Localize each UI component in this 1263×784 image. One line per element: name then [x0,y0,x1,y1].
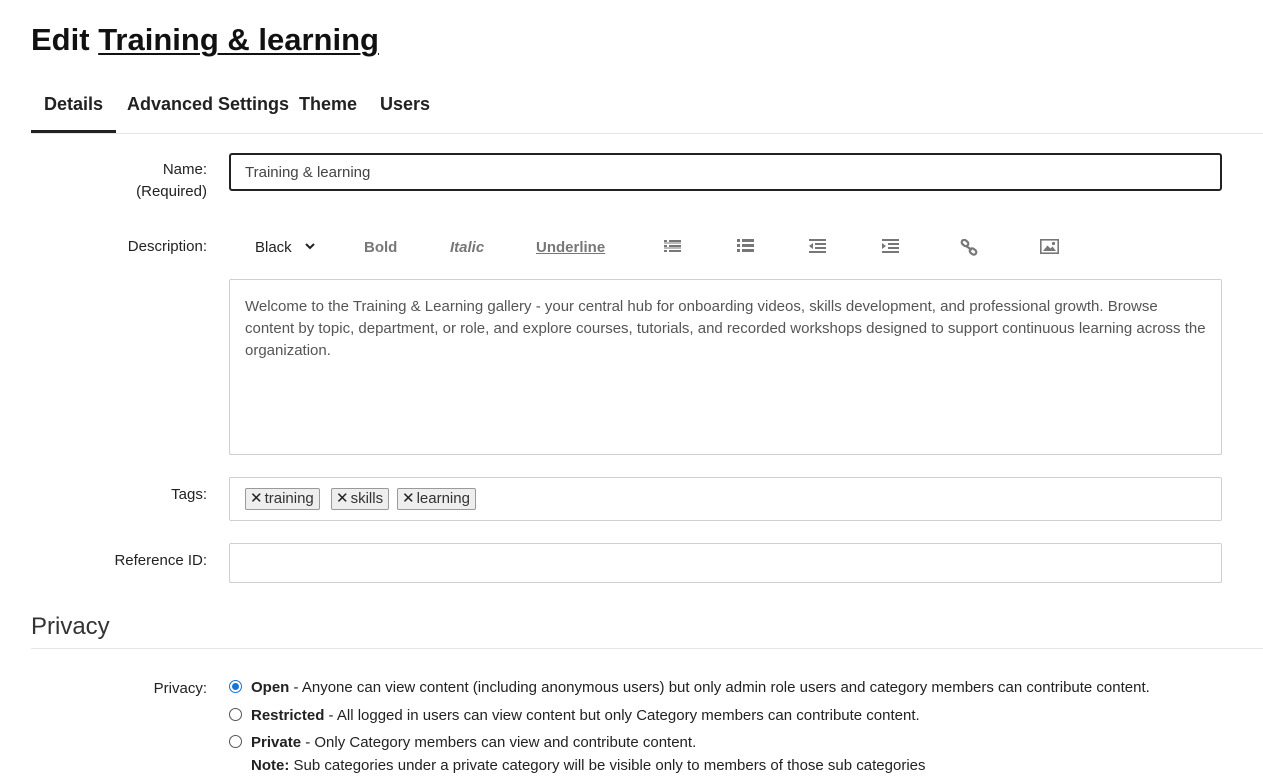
tab-bar: Details Advanced Settings Theme Users [31,80,1263,134]
radio-button[interactable] [229,735,242,748]
tag-remove-icon[interactable]: ✕ [402,490,415,507]
bold-button[interactable]: Bold [364,236,397,260]
option-description: - Only Category members can view and con… [301,734,697,751]
indent-icon[interactable] [882,236,899,260]
option-description: - All logged in users can view content b… [324,707,920,724]
reference-id-input[interactable] [229,543,1222,583]
note-text: Sub categories under a private category … [289,757,926,774]
option-name: Open [251,679,290,696]
outdent-icon[interactable] [809,236,826,260]
radio-button[interactable] [229,708,242,721]
tags-input[interactable]: ✕ training ✕ skills ✕ learning [229,477,1222,521]
ordered-list-icon[interactable] [737,236,754,260]
tab-users[interactable]: Users [380,80,430,132]
italic-button[interactable]: Italic [450,236,484,260]
reference-id-label: Reference ID: [114,552,207,569]
privacy-note: Note: Sub categories under a private cat… [251,756,926,776]
image-icon[interactable] [1040,236,1059,260]
tag-remove-icon[interactable]: ✕ [250,490,263,507]
tab-theme[interactable]: Theme [299,80,357,132]
page-title: Edit Training & learning [31,20,379,60]
tags-label: Tags: [171,486,207,503]
text-color-value: Black [255,239,292,256]
privacy-option-open[interactable]: Open - Anyone can view content (includin… [229,678,1150,698]
privacy-option-restricted[interactable]: Restricted - All logged in users can vie… [229,706,920,726]
option-name: Restricted [251,707,325,724]
tab-details[interactable]: Details [31,80,117,133]
radio-button[interactable] [229,680,242,693]
tag-chip: ✕ learning [397,488,476,510]
privacy-label: Privacy: [153,680,207,697]
name-label-text: Name: [162,161,207,178]
tab-advanced-settings[interactable]: Advanced Settings [127,80,289,132]
tag-remove-icon[interactable]: ✕ [336,490,349,507]
name-input[interactable] [229,153,1222,191]
tag-chip: ✕ training [245,488,320,510]
name-label: Name: (Required) [136,159,207,203]
tag-label: skills [350,490,384,507]
description-editor[interactable]: Welcome to the Training & Learning galle… [229,279,1222,455]
unordered-list-icon[interactable] [664,236,681,260]
link-icon[interactable] [960,236,978,260]
category-link[interactable]: Training & learning [98,22,379,57]
note-label: Note: [251,757,290,774]
text-color-select[interactable]: Black [255,236,316,260]
tag-label: learning [416,490,470,507]
chevron-down-icon [304,236,316,260]
privacy-section-title: Privacy [31,612,1263,649]
option-name: Private [251,734,302,751]
tag-label: training [264,490,314,507]
required-indicator: (Required) [136,183,207,200]
privacy-option-private[interactable]: Private - Only Category members can view… [229,733,696,753]
underline-button[interactable]: Underline [536,236,605,260]
page-title-prefix: Edit [31,22,90,57]
tag-chip: ✕ skills [331,488,390,510]
description-label: Description: [127,238,207,255]
option-description: - Anyone can view content (including ano… [289,679,1150,696]
